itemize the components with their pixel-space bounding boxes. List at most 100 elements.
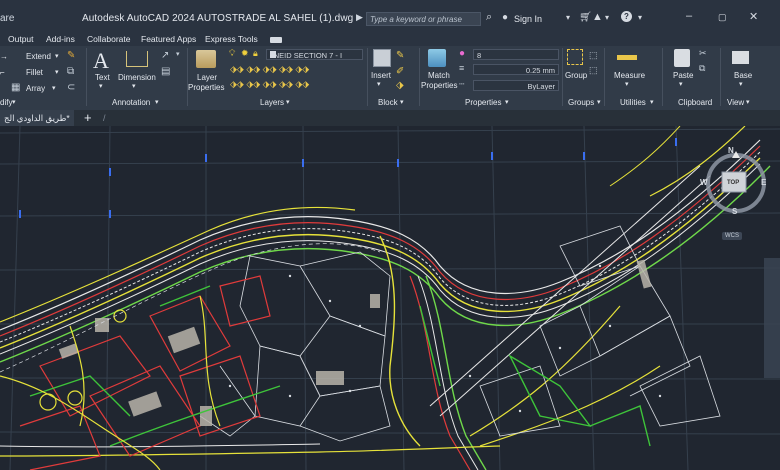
tab-output[interactable]: Output [8, 34, 34, 44]
modify-panel-dropdown-icon[interactable]: ▾ [12, 98, 16, 106]
maximize-button[interactable]: ▢ [718, 12, 727, 23]
fillet-dropdown-icon[interactable]: ▾ [55, 68, 59, 76]
insert-block-icon[interactable] [373, 49, 391, 67]
copy-icon[interactable]: ⧉ [67, 66, 74, 77]
help-dropdown-icon[interactable]: ▾ [638, 13, 642, 22]
autodesk-app-icon[interactable]: ▲ [592, 11, 603, 23]
base-dropdown-icon[interactable]: ▾ [739, 80, 743, 88]
layer-properties-icon[interactable] [196, 50, 216, 68]
copy-clip-icon[interactable]: ⧉ [699, 63, 705, 74]
minimize-button[interactable]: – [686, 10, 692, 22]
search-icon[interactable]: ⌕ [486, 11, 492, 24]
base-button[interactable]: Base [734, 71, 752, 80]
measure-dropdown-icon[interactable]: ▾ [625, 80, 629, 88]
base-view-icon[interactable] [732, 51, 749, 64]
tab-collaborate[interactable]: Collaborate [87, 34, 130, 44]
file-tab-current[interactable]: طريق الداودي الج* [0, 110, 74, 126]
group-button[interactable]: Group [565, 71, 587, 80]
properties-panel-title[interactable]: Properties [465, 98, 501, 107]
cut-icon[interactable]: ✂ [699, 48, 707, 59]
layer-freeze-icon[interactable]: ✹ [241, 48, 249, 59]
erase-icon[interactable]: ✎ [67, 50, 75, 61]
multileader-dropdown-icon[interactable]: ▾ [176, 50, 180, 58]
user-icon[interactable]: ● [502, 12, 508, 23]
text-button[interactable]: Text [95, 73, 110, 82]
groups-panel-title[interactable]: Groups [568, 98, 594, 107]
text-icon[interactable]: A [93, 48, 109, 74]
layers-panel-dropdown-icon[interactable]: ▾ [286, 98, 290, 106]
block-panel-title[interactable]: Block [378, 98, 398, 107]
properties-panel-dropdown-icon[interactable]: ▾ [505, 98, 509, 106]
close-button[interactable]: ✕ [749, 10, 758, 23]
wcs-menu[interactable]: WCS [722, 232, 742, 240]
viewcube-east[interactable]: E [761, 178, 766, 187]
match-properties-label-1[interactable]: Match [428, 71, 450, 80]
match-properties-label-2[interactable]: Properties [421, 81, 457, 90]
drawing-canvas[interactable]: N S E W TOP WCS [0, 126, 780, 470]
tab-add-ins[interactable]: Add-ins [46, 34, 75, 44]
tab-featured-apps[interactable]: Featured Apps [141, 34, 196, 44]
linetype-dropdown[interactable]: ByLayer [473, 80, 559, 91]
help-icon[interactable]: ? [621, 11, 632, 22]
ungroup-icon[interactable]: ⬚ [589, 50, 598, 61]
layers-panel-title[interactable]: Layers [260, 98, 284, 107]
create-block-icon[interactable]: ✎ [396, 50, 404, 61]
viewcube-north[interactable]: N [728, 146, 734, 155]
groups-panel-dropdown-icon[interactable]: ▾ [597, 98, 601, 106]
a360-dropdown-icon[interactable]: ▾ [605, 13, 609, 22]
layer-dropdown[interactable]: JNEID SECTION 7 - I [266, 49, 363, 60]
tab-express-tools[interactable]: Express Tools [205, 34, 258, 44]
layer-properties-label-1[interactable]: Layer [197, 73, 217, 82]
measure-button[interactable]: Measure [614, 71, 645, 80]
array-button[interactable]: Array [26, 84, 45, 93]
lineweight-dropdown[interactable]: 0.25 mm [473, 64, 559, 75]
layer-lock-icon[interactable]: 🔒︎ [253, 48, 258, 59]
dimension-icon[interactable] [126, 51, 148, 67]
viewcube-top-face[interactable]: TOP [727, 180, 739, 186]
block-panel-dropdown-icon[interactable]: ▾ [400, 98, 404, 106]
utilities-panel-dropdown-icon[interactable]: ▾ [650, 98, 654, 106]
edit-attributes-icon[interactable]: ⬗ [396, 80, 404, 91]
color-dropdown[interactable]: 8 [473, 49, 559, 60]
array-dropdown-icon[interactable]: ▾ [52, 84, 56, 92]
paste-dropdown-icon[interactable]: ▾ [679, 80, 683, 88]
fillet-button[interactable]: Fillet [26, 68, 43, 77]
extend-button[interactable]: Extend [26, 52, 51, 61]
edit-block-icon[interactable]: ✐ [396, 66, 404, 77]
search-input[interactable]: Type a keyword or phrase [366, 12, 481, 26]
new-tab-button[interactable]: + [84, 110, 92, 125]
utilities-panel-title[interactable]: Utilities [620, 98, 646, 107]
extend-dropdown-icon[interactable]: ▾ [55, 52, 59, 60]
match-properties-icon[interactable] [428, 49, 446, 67]
view-panel-dropdown-icon[interactable]: ▾ [746, 98, 750, 106]
insert-dropdown-icon[interactable]: ▾ [377, 80, 381, 88]
sign-in-button[interactable]: Sign In [514, 14, 542, 24]
navigation-bar[interactable] [764, 258, 780, 378]
group-edit-icon[interactable]: ⬚ [589, 65, 598, 76]
title-menu-arrow-icon[interactable]: ▶ [356, 12, 363, 23]
viewcube-south[interactable]: S [732, 207, 737, 216]
view-panel-title[interactable]: View [727, 98, 744, 107]
dimension-button[interactable]: Dimension [118, 73, 156, 82]
viewcube-west[interactable]: W [700, 178, 708, 187]
sign-in-dropdown-icon[interactable]: ▾ [566, 13, 570, 22]
cart-icon[interactable]: 🛒︎ [579, 12, 592, 23]
color-wheel-icon[interactable]: ● [459, 48, 465, 59]
insert-button[interactable]: Insert [371, 71, 391, 80]
table-icon[interactable]: ▤ [161, 66, 170, 77]
annotation-panel-title[interactable]: Annotation [112, 98, 150, 107]
ribbon-toggle-icon[interactable] [270, 37, 282, 43]
layer-properties-label-2[interactable]: Properties [188, 83, 224, 92]
paste-button[interactable]: Paste [673, 71, 693, 80]
measure-icon[interactable] [617, 55, 637, 60]
annotation-panel-dropdown-icon[interactable]: ▾ [155, 98, 159, 106]
layer-tool-icon[interactable]: ⬗⬗ ⬗⬗ ⬗⬗ ⬗⬗ ⬗⬗ [230, 79, 309, 90]
group-icon[interactable] [567, 49, 583, 65]
paste-icon[interactable] [674, 49, 690, 67]
dimension-dropdown-icon[interactable]: ▾ [132, 82, 136, 90]
layer-on-icon[interactable]: 💡︎ [229, 48, 235, 59]
multileader-icon[interactable]: ↗ [161, 50, 169, 61]
offset-icon[interactable]: ⊂ [67, 82, 75, 93]
clipboard-panel-title[interactable]: Clipboard [678, 98, 712, 107]
modify-panel-title[interactable]: dify [0, 98, 12, 107]
